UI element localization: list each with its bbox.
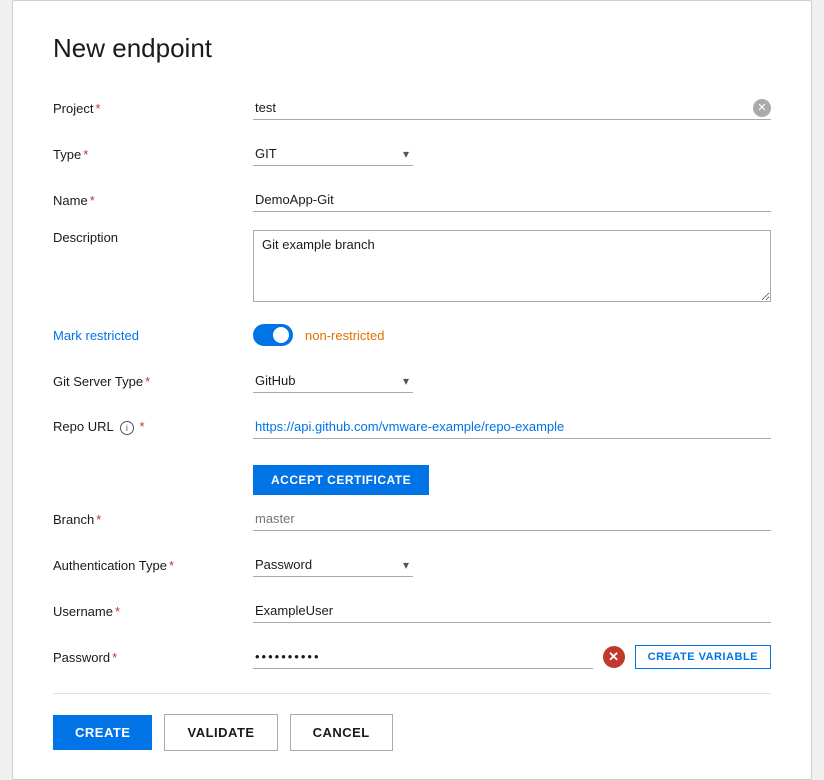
git-server-type-select[interactable]: GitHub GitLab Bitbucket — [253, 369, 413, 393]
password-row: Password* ✕ CREATE VARIABLE — [53, 641, 771, 673]
description-textarea[interactable]: Git example branch — [253, 230, 771, 302]
name-label: Name* — [53, 193, 253, 208]
footer-divider — [53, 693, 771, 694]
repo-url-label: Repo URL i * — [53, 419, 253, 435]
project-field-wrapper: ✕ — [253, 96, 771, 120]
footer-buttons: CREATE VALIDATE CANCEL — [53, 714, 771, 751]
auth-type-label: Authentication Type* — [53, 558, 253, 573]
project-input[interactable] — [253, 96, 753, 119]
password-input[interactable] — [255, 649, 591, 664]
cancel-button[interactable]: CANCEL — [290, 714, 393, 751]
mark-restricted-input-col: non-restricted — [253, 324, 771, 346]
mark-restricted-toggle[interactable] — [253, 324, 293, 346]
create-button[interactable]: CREATE — [53, 715, 152, 750]
type-row: Type* GIT SVN TFS ▾ — [53, 138, 771, 170]
project-row: Project* ✕ — [53, 92, 771, 124]
username-label: Username* — [53, 604, 253, 619]
type-label: Type* — [53, 147, 253, 162]
auth-type-select[interactable]: Password Token SSH — [253, 553, 413, 577]
mark-restricted-label: Mark restricted — [53, 328, 253, 343]
repo-url-info-icon[interactable]: i — [120, 421, 134, 435]
validate-button[interactable]: VALIDATE — [164, 714, 277, 751]
toggle-status-label: non-restricted — [305, 328, 384, 343]
name-row: Name* — [53, 184, 771, 216]
project-input-col: ✕ — [253, 96, 771, 120]
type-select-wrapper: GIT SVN TFS ▾ — [253, 142, 413, 166]
repo-url-input-col — [253, 415, 771, 439]
mark-restricted-row: Mark restricted non-restricted — [53, 319, 771, 351]
description-row: Description Git example branch — [53, 230, 771, 305]
accept-certificate-button[interactable]: ACCEPT CERTIFICATE — [253, 465, 429, 495]
create-variable-button[interactable]: CREATE VARIABLE — [635, 645, 771, 669]
name-input-col — [253, 188, 771, 212]
type-input-col: GIT SVN TFS ▾ — [253, 142, 771, 166]
git-server-type-label: Git Server Type* — [53, 374, 253, 389]
project-label: Project* — [53, 101, 253, 116]
git-server-type-row: Git Server Type* GitHub GitLab Bitbucket… — [53, 365, 771, 397]
description-label: Description — [53, 230, 253, 245]
auth-type-input-col: Password Token SSH ▾ — [253, 553, 771, 577]
branch-label: Branch* — [53, 512, 253, 527]
username-row: Username* — [53, 595, 771, 627]
password-label: Password* — [53, 650, 253, 665]
accept-cert-row: ACCEPT CERTIFICATE — [53, 457, 771, 503]
git-server-type-select-wrapper: GitHub GitLab Bitbucket ▾ — [253, 369, 413, 393]
password-error-icon[interactable]: ✕ — [603, 646, 625, 668]
username-input-col — [253, 599, 771, 623]
git-server-type-input-col: GitHub GitLab Bitbucket ▾ — [253, 369, 771, 393]
branch-row: Branch* — [53, 503, 771, 535]
project-clear-button[interactable]: ✕ — [753, 99, 771, 117]
password-row-inner: ✕ CREATE VARIABLE — [253, 645, 771, 669]
repo-url-input[interactable] — [253, 415, 771, 439]
branch-input[interactable] — [253, 507, 771, 531]
password-input-col: ✕ CREATE VARIABLE — [253, 645, 771, 669]
name-input[interactable] — [253, 188, 771, 212]
branch-input-col — [253, 507, 771, 531]
type-select[interactable]: GIT SVN TFS — [253, 142, 413, 166]
new-endpoint-dialog: New endpoint Project* ✕ Type* GIT SVN T — [12, 0, 812, 780]
auth-type-select-wrapper: Password Token SSH ▾ — [253, 553, 413, 577]
auth-type-row: Authentication Type* Password Token SSH … — [53, 549, 771, 581]
dialog-title: New endpoint — [53, 33, 771, 64]
repo-url-row: Repo URL i * — [53, 411, 771, 443]
description-input-col: Git example branch — [253, 230, 771, 305]
password-field-wrapper — [253, 645, 593, 669]
clear-icon: ✕ — [757, 101, 766, 114]
username-input[interactable] — [253, 599, 771, 623]
